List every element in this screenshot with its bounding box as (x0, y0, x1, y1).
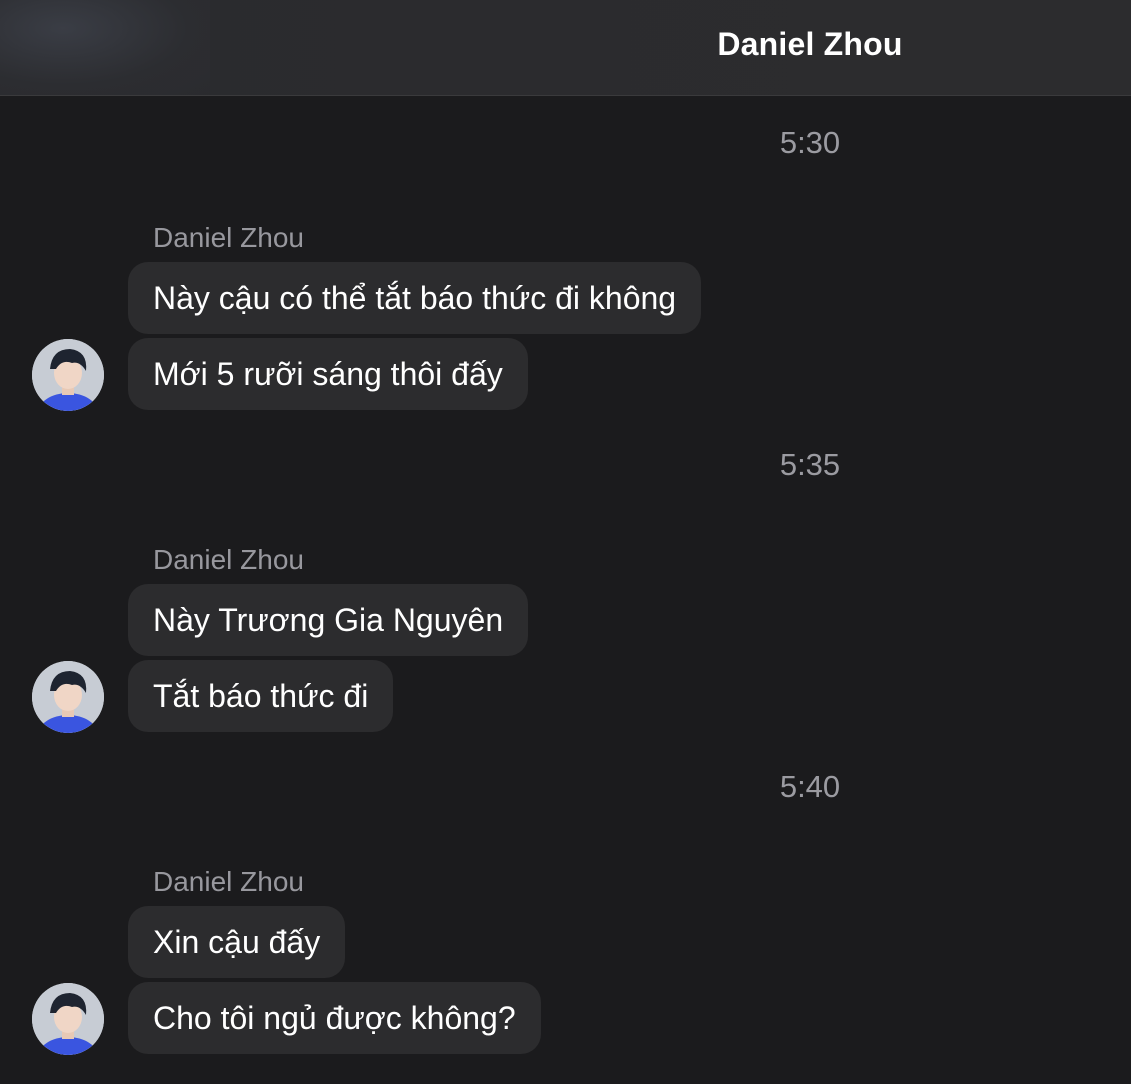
contact-avatar[interactable] (32, 983, 104, 1055)
contact-avatar[interactable] (32, 339, 104, 411)
sender-name: Daniel Zhou (153, 866, 304, 897)
message-bubble[interactable]: Mới 5 rưỡi sáng thôi đấy (128, 338, 528, 410)
chat-header: Daniel Zhou (0, 0, 1131, 96)
message-bubble[interactable]: Tắt báo thức đi (128, 660, 394, 732)
sender-name: Daniel Zhou (153, 544, 304, 575)
contact-name-title[interactable]: Daniel Zhou (660, 26, 960, 63)
contact-avatar[interactable] (32, 661, 104, 733)
back-area-blur (0, 0, 210, 95)
message-bubble[interactable]: Cho tôi ngủ được không? (128, 982, 541, 1054)
timestamp: 5:40 (779, 769, 841, 804)
timestamp: 5:35 (779, 447, 841, 482)
sender-name: Daniel Zhou (153, 222, 304, 253)
message-bubble[interactable]: Này Trương Gia Nguyên (128, 584, 529, 656)
message-bubble[interactable]: Xin cậu đấy (128, 906, 346, 978)
chat-screen: Daniel Zhou 5:30 Daniel Zhou Này cậu có … (0, 0, 1131, 1084)
timestamp: 5:30 (779, 125, 841, 160)
message-bubble[interactable]: Này cậu có thể tắt báo thức đi không (128, 262, 702, 334)
